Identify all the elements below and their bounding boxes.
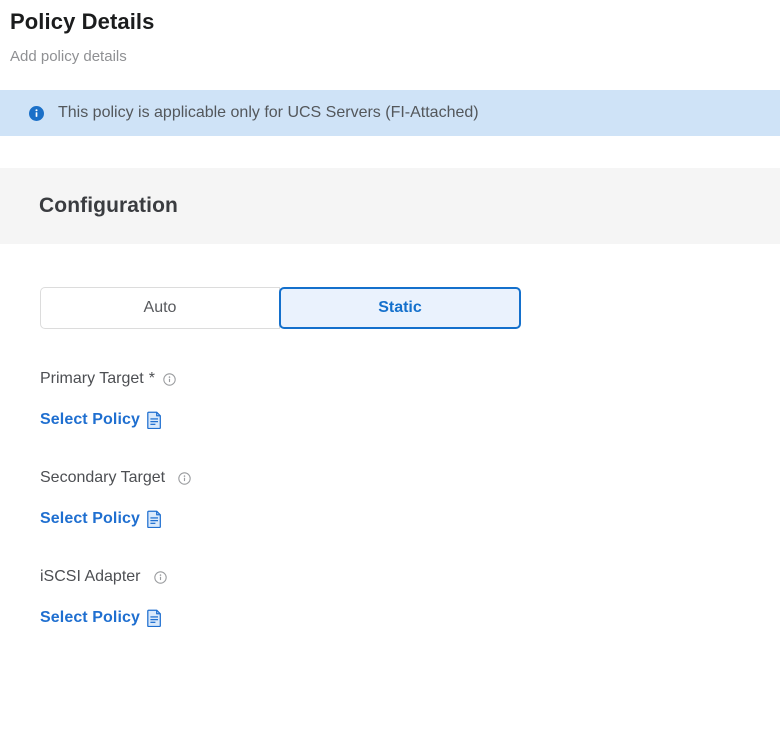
- configuration-section-header: Configuration: [0, 168, 780, 244]
- field-label: Primary Target: [40, 370, 144, 387]
- info-banner: This policy is applicable only for UCS S…: [0, 90, 780, 136]
- section-title: Configuration: [39, 194, 178, 217]
- mode-toggle-auto[interactable]: Auto: [40, 287, 280, 329]
- info-circle-icon: [29, 105, 44, 121]
- policy-details-page: Policy Details Add policy details This p…: [0, 0, 780, 741]
- info-banner-message: This policy is applicable only for UCS S…: [58, 104, 479, 121]
- document-policy-icon: [147, 609, 162, 628]
- field-label-row: Primary Target *: [40, 369, 780, 389]
- field-secondary-target: Secondary Target Select Policy: [40, 468, 780, 529]
- page-title: Policy Details: [10, 9, 155, 34]
- select-policy-primary-target[interactable]: Select Policy: [40, 410, 162, 430]
- select-policy-iscsi-adapter[interactable]: Select Policy: [40, 608, 162, 628]
- document-policy-icon: [147, 510, 162, 529]
- document-policy-icon: [147, 411, 162, 430]
- field-primary-target: Primary Target * Select Policy: [40, 369, 780, 430]
- page-header: Policy Details Add policy details: [0, 0, 780, 68]
- field-label-row: iSCSI Adapter: [40, 567, 780, 587]
- info-circle-outline-icon[interactable]: [178, 471, 191, 485]
- mode-toggle-group: Auto Static: [40, 287, 521, 329]
- configuration-form: Auto Static Primary Target * Select Poli…: [0, 244, 780, 628]
- select-policy-secondary-target[interactable]: Select Policy: [40, 509, 162, 529]
- field-label: iSCSI Adapter: [40, 568, 141, 585]
- mode-toggle-static-label: Static: [378, 299, 422, 316]
- page-subtitle: Add policy details: [10, 48, 127, 65]
- select-policy-label: Select Policy: [40, 411, 141, 428]
- info-circle-outline-icon[interactable]: [153, 570, 167, 584]
- field-iscsi-adapter: iSCSI Adapter Select Policy: [40, 567, 780, 628]
- field-label-row: Secondary Target: [40, 468, 780, 488]
- field-label: Secondary Target: [40, 469, 166, 486]
- required-marker: *: [148, 370, 155, 387]
- select-policy-label: Select Policy: [40, 510, 141, 527]
- mode-toggle-auto-label: Auto: [143, 299, 177, 316]
- mode-toggle-static[interactable]: Static: [279, 287, 521, 329]
- select-policy-label: Select Policy: [40, 609, 141, 626]
- info-circle-outline-icon[interactable]: [163, 372, 176, 386]
